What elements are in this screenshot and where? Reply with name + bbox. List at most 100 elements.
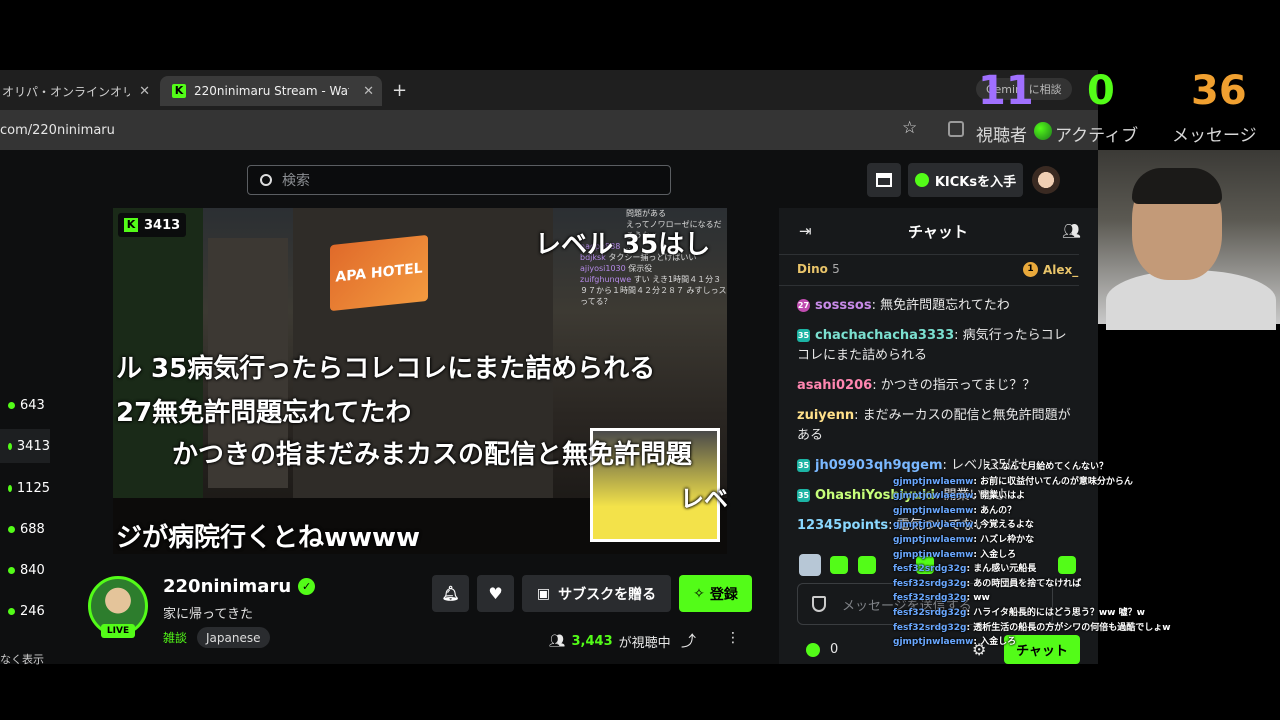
viewer-count-row: 👥︎ 3,443 が視聴中 (549, 632, 671, 651)
kicks-label: KICKsを入手 (934, 174, 1017, 190)
new-tab-button[interactable]: + (392, 80, 407, 101)
ext-chat-line: gjmptjnwlaemw: 開業いはよ (893, 491, 1026, 502)
gift-sub-button[interactable]: ▣ サブスクを贈る (522, 575, 671, 612)
kicks-coin-icon (806, 642, 820, 657)
tab-title: 220ninimaru Stream - Watch (194, 84, 349, 98)
search-input[interactable]: 検索 (247, 165, 671, 195)
overlay-active-count: 0 (1087, 68, 1115, 114)
stream-title: 家に帰ってきた (163, 607, 253, 622)
extension-icon[interactable] (948, 121, 964, 137)
emote-icon[interactable] (830, 556, 848, 574)
ext-chat-line: gjmptjnwlaemw: 入金しろ (893, 549, 1017, 560)
rail-channel-6[interactable]: 246 (0, 594, 50, 628)
bookmark-star-icon[interactable]: ☆ (902, 118, 917, 138)
chat-username[interactable]: asahi0206 (797, 378, 872, 393)
ext-chat-user: gjmptjnwlaemw (893, 637, 974, 648)
ext-chat-line: fesf32srdg32g: まん感い元船長 (893, 564, 1037, 575)
rail-channel-4[interactable]: 688 (0, 512, 50, 546)
streamer-name[interactable]: 220ninimaru (163, 576, 291, 597)
overlay-text-line1: ル 35病気行ったらコレコレにまた詰められる (116, 354, 656, 384)
chat-message: 35 chachachacha3333: 病気行ったらコレコレにまた詰められる (797, 328, 1067, 363)
overlay-viewers-count: 11 (978, 68, 1034, 114)
browser-tab-1[interactable]: オリパ・オンラインオリパ ✕ (0, 76, 158, 106)
show-less-link[interactable]: なく表示 (0, 651, 44, 667)
follow-button[interactable]: ✧ 登録 (679, 575, 752, 612)
ext-chat-user: gjmptjnwlaemw (893, 549, 974, 560)
top-gifter-2[interactable]: 1 Alex_ (1023, 262, 1078, 277)
chat-message: asahi0206: かつきの指示ってまじ？？ (797, 378, 1036, 393)
rail-viewer-count: 3413 (16, 438, 50, 454)
ext-chat-text: お前に収益付いてんのが意味分からん (980, 476, 1133, 487)
stream-category[interactable]: 雑談 (163, 629, 187, 646)
ext-chat-text: 入金しろ (980, 549, 1017, 560)
search-icon (260, 174, 272, 186)
rail-channel-5[interactable]: 840 (0, 553, 50, 587)
collapse-chat-icon[interactable]: ⇥ (799, 222, 812, 240)
gift-icon: ▣ (536, 585, 551, 602)
emote-avatar-icon[interactable] (799, 554, 821, 576)
ext-chat-text: えくなんで月給めてくんない？ (983, 462, 1109, 472)
live-dot (8, 484, 12, 492)
url-text: com/220ninimaru (0, 122, 115, 138)
ext-chat-user: fesf32srdg32g (893, 593, 967, 604)
overlay-messages-label: メッセージ (1172, 126, 1257, 146)
live-dot (8, 525, 15, 533)
overlay-text-top: レベル 35はし (535, 230, 711, 260)
user-avatar[interactable] (1032, 166, 1060, 194)
live-viewer-count: 3,443 (571, 634, 613, 649)
heart-icon: ♥ (488, 584, 503, 603)
ext-chat-text: ww (973, 593, 990, 604)
gifter-rank-badge: 1 (1023, 262, 1038, 277)
ext-chat-line: fesf32srdg32g: ww (893, 593, 990, 604)
emote-icon[interactable] (858, 556, 876, 574)
live-dot (8, 607, 15, 615)
rail-channel-2[interactable]: 3413 (0, 429, 50, 463)
chat-users-icon[interactable]: 👥︎ (1062, 222, 1081, 240)
viewers-label: が視聴中 (618, 636, 671, 651)
ext-chat-user: gjmptjnwlaemw (893, 505, 974, 516)
ext-chat-text: ハズレ枠かな (980, 534, 1035, 545)
ext-chat-user: fesf32srdg32g (893, 578, 967, 589)
video-viewer-badge: K 3413 (118, 213, 187, 237)
overlay-text-line3: かつきの指まだみまカスの配信と無免許問題 (172, 440, 693, 470)
layout-icon (876, 173, 892, 187)
more-options-icon[interactable]: ⋮ (726, 630, 740, 646)
stream-tag[interactable]: Japanese (197, 627, 270, 648)
chat-username[interactable]: chachachacha3333 (815, 328, 954, 343)
kick-logo-icon: K (124, 218, 138, 232)
kicks-balance-value: 0 (830, 642, 839, 657)
webcam-person-hair (1132, 168, 1222, 204)
shield-icon (812, 596, 826, 612)
chat-username[interactable]: 12345points (797, 518, 888, 533)
subscriber-badge: 35 (797, 459, 810, 472)
ext-chat-line: えくなんで月給めてくんない？ (893, 460, 1203, 475)
ext-chat-line: fesf32srdg32g: あの時団員を捨てなければ (893, 578, 1082, 589)
share-icon[interactable]: ⤴ (681, 630, 696, 651)
overlay-active-label: アクティブ (1055, 126, 1139, 146)
notification-bell-button[interactable]: 🔔︎ (432, 575, 469, 612)
layout-toggle-button[interactable] (867, 163, 901, 197)
external-chat-overlay: えくなんで月給めてくんない？ gjmptjnwlaemw: お前に収益付いてんの… (893, 460, 1203, 650)
favorite-button[interactable]: ♥ (477, 575, 514, 612)
hotel-sign: APA HOTEL (330, 234, 428, 312)
search-placeholder: 検索 (282, 173, 310, 189)
get-kicks-button[interactable]: KICKsを入手 (908, 163, 1023, 197)
chat-divider (779, 285, 1079, 286)
ext-chat-text: ハライタ船長的にはどう思う？ww 嘘？w (973, 607, 1145, 618)
browser-tab-2[interactable]: K 220ninimaru Stream - Watch ✕ (160, 76, 382, 106)
rail-channel-1[interactable]: 643 (0, 388, 50, 422)
ext-chat-user: gjmptjnwlaemw (893, 534, 974, 545)
ext-chat-user: fesf32srdg32g (893, 607, 967, 618)
rail-viewer-count: 840 (20, 562, 45, 578)
close-tab-icon[interactable]: ✕ (363, 84, 374, 99)
chat-username[interactable]: zuiyenn (797, 408, 854, 423)
kicks-balance[interactable]: 0 (806, 642, 838, 657)
live-dot (8, 442, 12, 450)
top-gifter-1[interactable]: Dino 5 (797, 262, 840, 276)
address-bar[interactable]: com/220ninimaru (0, 118, 930, 142)
chat-username[interactable]: sosssos (815, 298, 872, 313)
close-tab-icon[interactable]: ✕ (139, 84, 150, 99)
ext-chat-line: gjmptjnwlaemw: あんの？ (893, 505, 1017, 516)
ext-chat-user: gjmptjnwlaemw (893, 491, 974, 502)
rail-channel-3[interactable]: 1125 (0, 471, 50, 505)
